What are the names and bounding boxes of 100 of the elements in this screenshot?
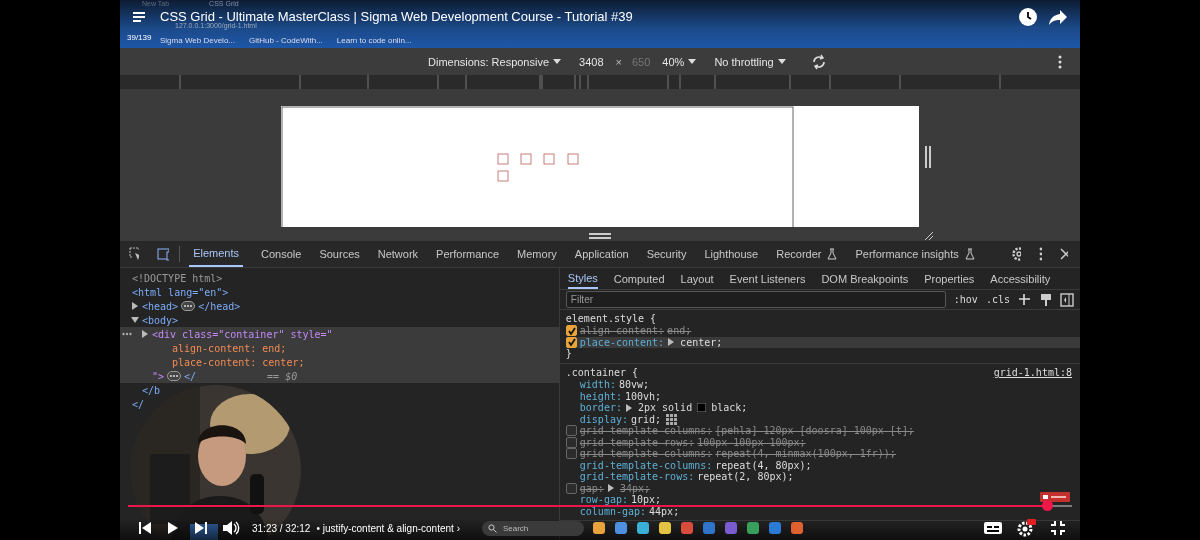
css-value[interactable]: 80vw;: [618, 379, 650, 391]
css-value[interactable]: repeat(4, 80px);: [715, 459, 812, 471]
corner-resize-icon[interactable]: [924, 231, 934, 241]
sidebar-toggle-icon[interactable]: [1060, 292, 1074, 307]
checkbox[interactable]: [565, 482, 577, 494]
settings-icon[interactable]: [1016, 519, 1036, 537]
class-toggle[interactable]: .cls: [985, 294, 1010, 305]
dom-node[interactable]: </head>: [198, 300, 241, 312]
settings-icon[interactable]: [1010, 246, 1022, 262]
css-value[interactable]: end;: [667, 325, 692, 337]
ellipsis-badge-icon[interactable]: [167, 371, 182, 381]
dimensions-dropdown[interactable]: Dimensions: Responsive: [428, 55, 562, 68]
more-icon[interactable]: [1039, 247, 1043, 261]
play-icon[interactable]: [166, 521, 180, 535]
checkbox[interactable]: [565, 436, 577, 448]
expand-arrow-icon[interactable]: [624, 403, 633, 412]
css-property[interactable]: grid-template-rows:: [579, 436, 695, 448]
css-property[interactable]: border:: [579, 402, 622, 414]
selected-dom-row[interactable]: <div class="container" style=": [120, 327, 559, 341]
dom-node[interactable]: <html lang="en">: [132, 286, 229, 298]
css-value[interactable]: 2px solid: [637, 402, 693, 414]
css-value[interactable]: grid;: [631, 413, 662, 425]
devtools-tab[interactable]: Performance: [436, 241, 500, 267]
css-property[interactable]: row-gap:: [579, 494, 628, 506]
devtools-tab[interactable]: Lighthouse: [704, 241, 759, 267]
grid-editor-icon[interactable]: [666, 413, 678, 425]
sidebar-tab[interactable]: Computed: [613, 268, 665, 289]
css-property[interactable]: gap:: [579, 482, 604, 494]
sidebar-tab[interactable]: DOM Breakpoints: [821, 268, 909, 289]
css-value[interactable]: 44px;: [649, 505, 680, 517]
video-title[interactable]: CSS Grid - Ultimate MasterClass | Sigma Web Development Course - Tutorial #39: [160, 9, 633, 24]
source-link[interactable]: grid-1.html:8: [993, 367, 1072, 378]
expand-arrow-icon[interactable]: [667, 338, 676, 347]
sidebar-tab[interactable]: Event Listeners: [729, 268, 806, 289]
sidebar-tab[interactable]: Properties: [924, 268, 975, 289]
share-icon[interactable]: [1048, 8, 1068, 26]
devtools-tab[interactable]: Recorder: [776, 241, 838, 267]
devtools-tab[interactable]: Elements: [189, 241, 244, 267]
checkbox[interactable]: [565, 336, 577, 348]
menu-icon[interactable]: [132, 9, 148, 24]
css-property[interactable]: place-content:: [579, 336, 665, 348]
dom-node[interactable]: </: [184, 370, 197, 382]
paint-brush-icon[interactable]: [1040, 292, 1052, 307]
subscribe-badge-icon[interactable]: [1040, 492, 1070, 502]
dom-node[interactable]: </b: [142, 384, 161, 396]
devtools-tab[interactable]: Performance insights: [855, 241, 975, 267]
more-icon[interactable]: [122, 332, 132, 336]
css-property[interactable]: width:: [579, 379, 616, 391]
sidebar-tab[interactable]: Layout: [680, 268, 714, 289]
exit-fullscreen-icon[interactable]: [1050, 520, 1066, 536]
devtools-tab[interactable]: Memory: [517, 241, 557, 267]
css-value[interactable]: 100px 100px 100px;: [697, 436, 806, 448]
resize-handle[interactable]: [589, 233, 611, 239]
css-property[interactable]: display:: [579, 413, 628, 425]
dom-node[interactable]: </: [132, 398, 145, 410]
color-swatch-icon[interactable]: [697, 403, 707, 413]
css-value[interactable]: 34px;: [619, 482, 650, 494]
css-value[interactable]: [pehla] 120px [doosra] 100px [t];: [715, 425, 914, 437]
resize-handle[interactable]: [925, 146, 931, 168]
checkbox[interactable]: [565, 425, 577, 437]
ellipsis-badge-icon[interactable]: [181, 301, 196, 311]
css-property[interactable]: grid-template-columns:: [579, 425, 713, 437]
css-property[interactable]: grid-template-columns:: [579, 448, 713, 460]
dom-node[interactable]: <div class="container" style=": [152, 328, 333, 340]
more-icon[interactable]: [1058, 54, 1062, 69]
devtools-tab[interactable]: Application: [574, 241, 629, 267]
expand-arrow-icon[interactable]: [606, 484, 615, 493]
sidebar-tab[interactable]: Accessibility: [990, 268, 1051, 289]
css-value[interactable]: repeat(4, minmax(100px, 1fr));: [715, 448, 896, 460]
css-property[interactable]: grid-template-columns:: [579, 459, 713, 471]
devtools-tab[interactable]: Security: [646, 241, 687, 267]
dom-node[interactable]: <head>: [142, 300, 179, 312]
dom-node[interactable]: <body>: [142, 314, 179, 326]
css-value[interactable]: repeat(2, 80px);: [697, 471, 794, 483]
plus-icon[interactable]: [1018, 292, 1032, 307]
css-value[interactable]: 100vh;: [624, 390, 662, 402]
close-icon[interactable]: [1060, 248, 1068, 260]
expand-arrow-icon[interactable]: [131, 316, 139, 324]
css-value[interactable]: center;: [680, 336, 723, 348]
progress-handle[interactable]: [1042, 500, 1054, 511]
clock-icon[interactable]: [1018, 7, 1038, 27]
subtitles-icon[interactable]: [984, 522, 1002, 534]
volume-icon[interactable]: [222, 520, 240, 536]
css-value[interactable]: black;: [711, 402, 748, 414]
checkbox[interactable]: [565, 325, 577, 337]
zoom-dropdown[interactable]: 40%: [662, 55, 697, 68]
filter-field[interactable]: Filter: [565, 291, 946, 308]
throttling-dropdown[interactable]: No throttling: [714, 55, 786, 68]
bookmark[interactable]: GitHub - CodeWith...: [249, 36, 323, 45]
css-property[interactable]: align-content:: [579, 325, 665, 337]
dom-node[interactable]: <!DOCTYPE html>: [132, 272, 223, 284]
previous-icon[interactable]: [138, 521, 152, 535]
sidebar-tab[interactable]: Styles: [567, 268, 598, 289]
checkbox[interactable]: [565, 448, 577, 460]
css-property[interactable]: height:: [579, 390, 622, 402]
css-property[interactable]: grid-template-rows:: [579, 471, 695, 483]
bookmark[interactable]: Sigma Web Develo...: [160, 36, 235, 45]
next-icon[interactable]: [194, 521, 208, 535]
expand-arrow-icon[interactable]: [131, 302, 139, 310]
chapter-title[interactable]: • justify-content & align-content ›: [316, 522, 460, 534]
